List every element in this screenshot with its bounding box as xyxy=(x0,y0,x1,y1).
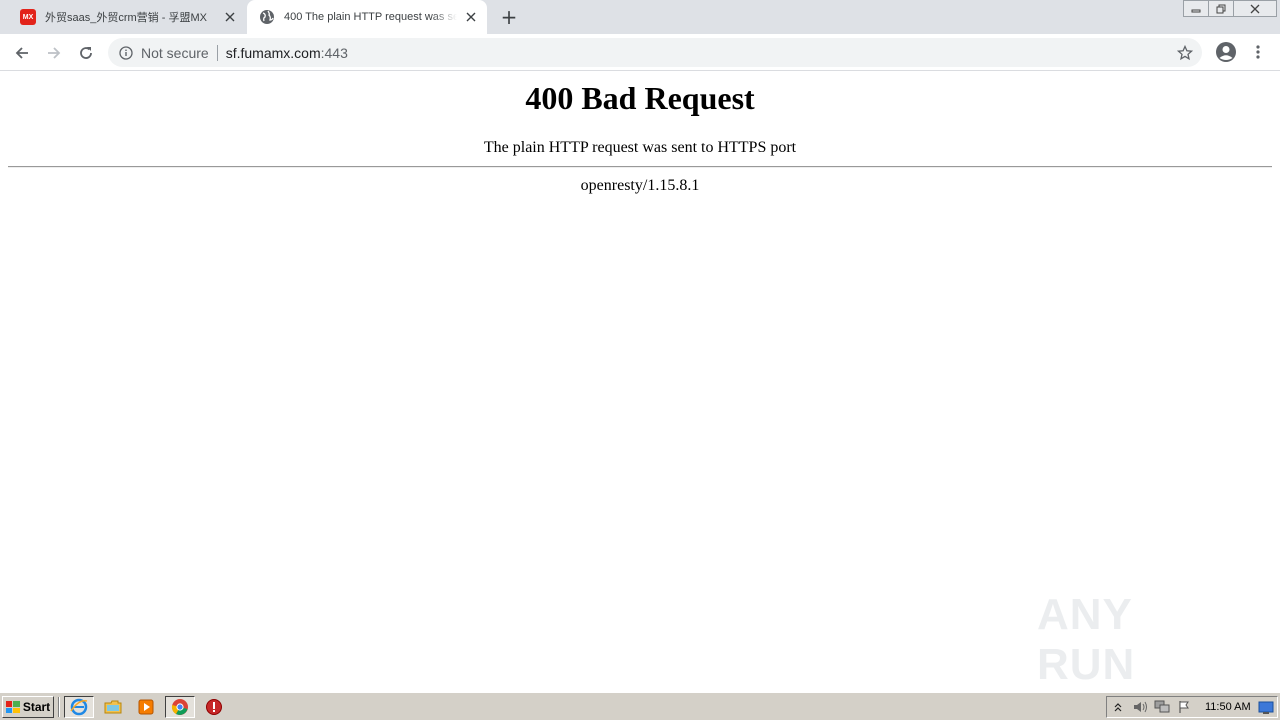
chrome-icon[interactable] xyxy=(165,696,195,718)
server-signature: openresty/1.15.8.1 xyxy=(580,177,700,194)
arrow-left-icon xyxy=(15,47,28,59)
taskbar: Start 11:50 AM xyxy=(0,692,1280,720)
info-icon[interactable] xyxy=(118,45,134,61)
security-label[interactable]: Not secure xyxy=(141,45,209,61)
start-button[interactable]: Start xyxy=(2,696,54,718)
taskbar-divider xyxy=(58,697,60,717)
anyrun-watermark: ANY RUN xyxy=(1037,590,1237,689)
back-button[interactable] xyxy=(10,41,34,65)
mx-logo-text: MX xyxy=(20,9,36,25)
network-icon[interactable] xyxy=(1151,697,1173,717)
internet-explorer-icon[interactable] xyxy=(64,696,94,718)
stop-icon[interactable] xyxy=(199,696,229,718)
restore-button[interactable] xyxy=(1208,0,1234,17)
minimize-icon xyxy=(1191,9,1201,12)
mx-logo-icon: MX xyxy=(20,9,36,25)
window-controls xyxy=(1183,0,1277,18)
tab-400-error[interactable]: 400 The plain HTTP request was sent to H… xyxy=(247,0,487,34)
tab-strip: MX 外贸saas_外贸crm营销 - 孚盟MX 400 The plain H… xyxy=(0,0,1280,34)
tab-fumamx[interactable]: MX 外贸saas_外贸crm营销 - 孚盟MX xyxy=(8,0,246,34)
reload-icon xyxy=(80,47,92,59)
media-player-icon[interactable] xyxy=(131,696,161,718)
windows-logo-icon xyxy=(5,701,20,713)
browser-toolbar: Not secure sf.fumamx.com:443 xyxy=(0,34,1280,71)
globe-icon xyxy=(259,9,275,25)
watermark-text: ANY RUN xyxy=(1037,590,1136,689)
volume-icon[interactable] xyxy=(1129,697,1151,717)
tab-close-icon[interactable] xyxy=(463,9,479,25)
arrow-right-icon xyxy=(48,47,61,59)
address-separator xyxy=(216,44,218,61)
new-tab-button[interactable]: + xyxy=(498,5,520,29)
start-label: Start xyxy=(22,700,51,714)
close-icon xyxy=(1250,4,1260,13)
show-desktop-icon[interactable] xyxy=(1258,700,1274,714)
tab-title: 400 The plain HTTP request was sent to H… xyxy=(284,11,457,23)
forward-button[interactable] xyxy=(42,41,66,65)
reload-button[interactable] xyxy=(74,41,98,65)
page-title: 400 Bad Request xyxy=(525,80,755,116)
plus-icon: + xyxy=(500,5,518,29)
close-window-button[interactable] xyxy=(1233,0,1277,17)
error-message: The plain HTTP request was sent to HTTPS… xyxy=(483,139,797,156)
kebab-menu-icon[interactable] xyxy=(1250,41,1266,63)
tab-title: 外贸saas_外贸crm营销 - 孚盟MX xyxy=(45,12,207,24)
minimize-button[interactable] xyxy=(1183,0,1209,17)
action-center-flag-icon[interactable] xyxy=(1173,697,1195,717)
system-tray: 11:50 AM xyxy=(1106,696,1278,718)
profile-avatar-icon[interactable] xyxy=(1215,41,1237,63)
bookmark-star-icon[interactable] xyxy=(1176,44,1194,62)
tab-close-icon[interactable] xyxy=(222,9,238,25)
url-host: sf.fumamx.com xyxy=(225,44,321,61)
tray-expand-icon[interactable] xyxy=(1107,697,1129,717)
restore-icon xyxy=(1216,4,1226,13)
folder-icon[interactable] xyxy=(98,696,128,718)
divider xyxy=(8,166,1272,168)
clock[interactable]: 11:50 AM xyxy=(1205,701,1251,713)
address-bar[interactable]: Not secure sf.fumamx.com:443 xyxy=(108,38,1202,67)
url-port: :443 xyxy=(320,44,348,61)
